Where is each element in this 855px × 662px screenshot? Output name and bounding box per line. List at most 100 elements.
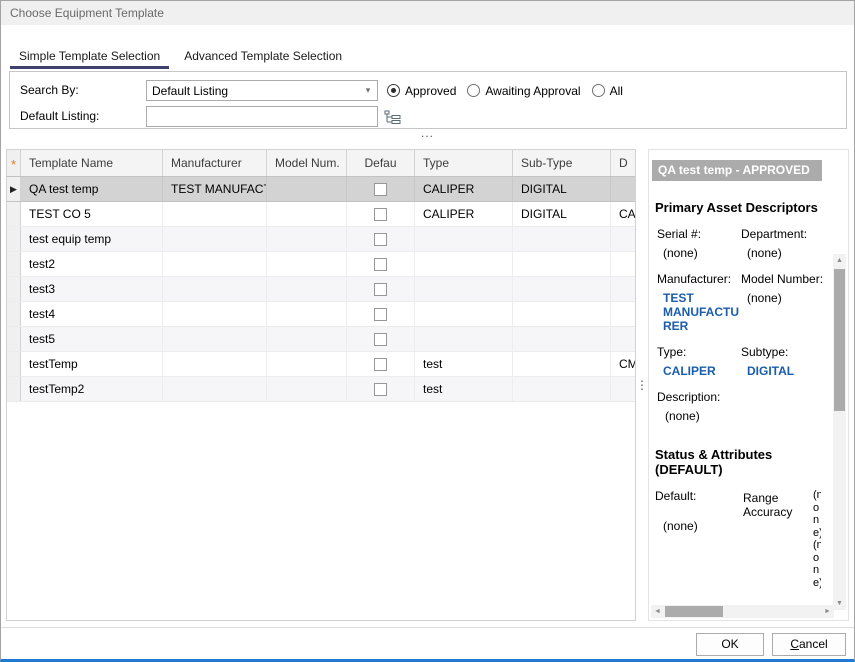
cell-sub-type — [513, 277, 611, 301]
cell-sub-type — [513, 327, 611, 351]
cell-template-name: testTemp2 — [21, 377, 163, 401]
template-row[interactable]: test4 — [7, 302, 635, 327]
cell-sub-type: DIGITAL — [513, 177, 611, 201]
radio-dot-icon — [592, 84, 605, 97]
scroll-up-icon[interactable]: ▲ — [833, 254, 846, 267]
default-checkbox[interactable] — [374, 233, 387, 246]
default-value: (none) — [663, 519, 735, 533]
cell-type — [415, 302, 513, 326]
col-header-d[interactable]: D — [611, 150, 635, 176]
default-checkbox[interactable] — [374, 308, 387, 321]
search-by-label: Search By: — [20, 83, 79, 97]
col-header-sub-type[interactable]: Sub-Type — [513, 150, 611, 176]
cell-default — [347, 327, 415, 351]
window-title: Choose Equipment Template — [10, 6, 164, 20]
radio-label: Approved — [405, 84, 456, 98]
horizontal-scrollbar-thumb[interactable] — [665, 606, 723, 617]
cell-template-name: test3 — [21, 277, 163, 301]
cell-type: CALIPER — [415, 177, 513, 201]
radio-approved[interactable]: Approved — [387, 84, 456, 98]
titlebar[interactable]: Choose Equipment Template — [1, 1, 854, 25]
col-header-template-name[interactable]: Template Name — [21, 150, 163, 176]
cell-default — [347, 252, 415, 276]
cell-template-name: testTemp — [21, 352, 163, 376]
template-grid: * Template Name Manufacturer Model Num. … — [6, 149, 636, 621]
type-value: CALIPER — [655, 362, 739, 388]
manufacturer-label: Manufacturer: — [655, 270, 739, 289]
col-header-type[interactable]: Type — [415, 150, 513, 176]
approval-filter-radios: Approved Awaiting Approval All — [387, 80, 623, 101]
cell-template-name: test2 — [21, 252, 163, 276]
default-listing-lookup-button[interactable] — [384, 108, 404, 126]
cell-default — [347, 377, 415, 401]
cell-manufacturer — [163, 352, 267, 376]
cell-default — [347, 352, 415, 376]
default-checkbox[interactable] — [374, 358, 387, 371]
search-by-selected-value: Default Listing — [147, 84, 359, 98]
new-row-indicator-icon: * — [11, 157, 16, 172]
cancel-button[interactable]: Cancel — [772, 633, 846, 656]
template-row[interactable]: test5 — [7, 327, 635, 352]
horizontal-splitter-handle[interactable]: ... — [1, 130, 854, 142]
range-accuracy-value: (none)(none) — [813, 489, 821, 606]
radio-awaiting-approval[interactable]: Awaiting Approval — [467, 84, 580, 98]
template-row[interactable]: test3 — [7, 277, 635, 302]
default-checkbox[interactable] — [374, 258, 387, 271]
vertical-scrollbar-thumb[interactable] — [834, 269, 845, 411]
scroll-left-icon[interactable]: ◄ — [651, 605, 664, 618]
scroll-down-icon[interactable]: ▼ — [833, 597, 846, 610]
cell-template-name: QA test temp — [21, 177, 163, 201]
default-listing-input[interactable] — [146, 106, 378, 127]
col-header-model-num[interactable]: Model Num. — [267, 150, 347, 176]
scroll-right-icon[interactable]: ► — [821, 605, 834, 618]
template-row[interactable]: testTemp test CM — [7, 352, 635, 377]
cell-manufacturer — [163, 327, 267, 351]
details-horizontal-scrollbar: ◄ ► — [651, 605, 834, 618]
status-attributes-heading: Status & Attributes (DEFAULT) — [655, 447, 835, 477]
cell-d — [611, 327, 635, 351]
vertical-splitter-handle[interactable]: ⋮ — [636, 149, 648, 621]
row-indicator-cell — [7, 302, 21, 326]
cell-template-name: test4 — [21, 302, 163, 326]
cell-template-name: test5 — [21, 327, 163, 351]
radio-all[interactable]: All — [592, 84, 623, 98]
cell-sub-type — [513, 302, 611, 326]
col-header-default[interactable]: Defau — [347, 150, 415, 176]
search-by-dropdown[interactable]: Default Listing ▾ — [146, 80, 378, 101]
status-attributes-fields: Default: (none) Range Accuracy (none)(no… — [655, 489, 835, 606]
col-header-manufacturer[interactable]: Manufacturer — [163, 150, 267, 176]
cell-default — [347, 302, 415, 326]
ok-button[interactable]: OK — [696, 633, 764, 656]
default-checkbox[interactable] — [374, 183, 387, 196]
row-indicator-cell — [7, 227, 21, 251]
cell-default — [347, 277, 415, 301]
tab-advanced-template-selection[interactable]: Advanced Template Selection — [175, 43, 351, 69]
cell-d: CA — [611, 202, 635, 226]
chevron-down-icon: ▾ — [359, 85, 377, 96]
template-row[interactable]: test2 — [7, 252, 635, 277]
tree-list-icon — [384, 109, 404, 125]
default-checkbox[interactable] — [374, 208, 387, 221]
cell-manufacturer — [163, 252, 267, 276]
footer-separator — [1, 627, 854, 628]
cell-sub-type — [513, 252, 611, 276]
row-indicator-header: * — [7, 150, 21, 176]
cell-manufacturer — [163, 377, 267, 401]
cell-model-num — [267, 277, 347, 301]
details-panel: QA test temp - APPROVED Primary Asset De… — [648, 149, 849, 621]
row-indicator-cell — [7, 202, 21, 226]
cell-template-name: test equip temp — [21, 227, 163, 251]
template-row[interactable]: ▶ QA test temp TEST MANUFACTURER CALIPER… — [7, 177, 635, 202]
cell-d — [611, 227, 635, 251]
default-checkbox[interactable] — [374, 283, 387, 296]
template-row[interactable]: testTemp2 test — [7, 377, 635, 402]
tab-simple-template-selection[interactable]: Simple Template Selection — [10, 43, 169, 69]
row-indicator-cell — [7, 377, 21, 401]
cell-model-num — [267, 302, 347, 326]
cell-manufacturer: TEST MANUFACTURER — [163, 177, 267, 201]
default-checkbox[interactable] — [374, 383, 387, 396]
template-row[interactable]: TEST CO 5 CALIPER DIGITAL CA — [7, 202, 635, 227]
default-checkbox[interactable] — [374, 333, 387, 346]
model-number-label: Model Number: — [739, 270, 829, 289]
template-row[interactable]: test equip temp — [7, 227, 635, 252]
